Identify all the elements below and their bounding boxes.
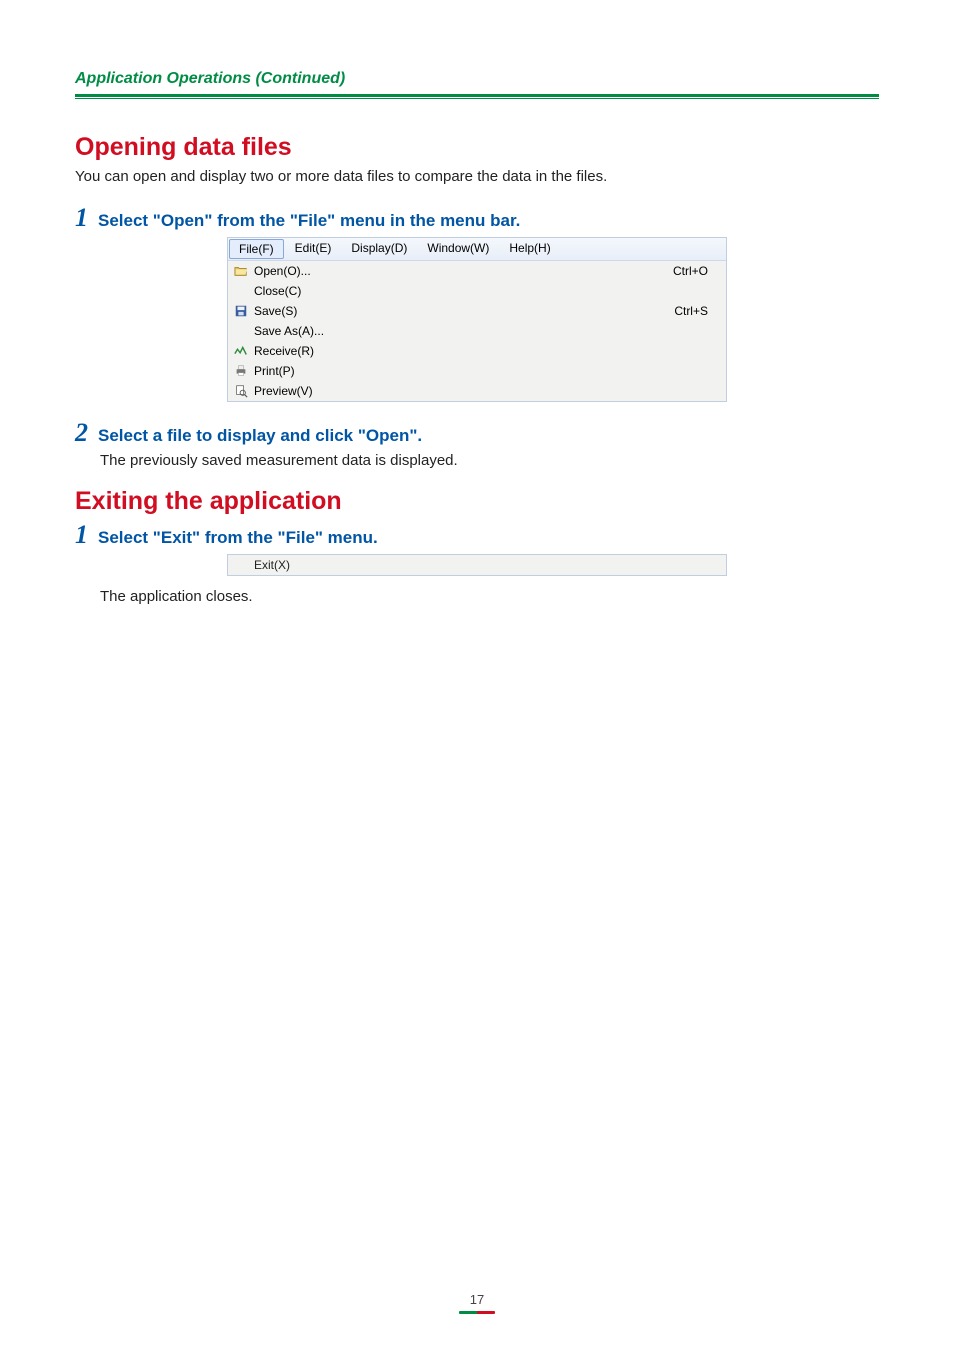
menu-item-label: Save(S) xyxy=(254,304,674,318)
footer-accent-icon xyxy=(459,1311,495,1314)
page-header: Application Operations (Continued) xyxy=(75,70,879,97)
step-text: Select "Exit" from the "File" menu. xyxy=(98,528,378,548)
menu-item-label: Save As(A)... xyxy=(254,324,708,338)
menubar: File(F) Edit(E) Display(D) Window(W) Hel… xyxy=(228,238,726,261)
menu-item-close[interactable]: Close(C) xyxy=(228,281,726,301)
step-text: Select "Open" from the "File" menu in th… xyxy=(98,211,520,231)
step-1-exit: 1 Select "Exit" from the "File" menu. xyxy=(75,522,879,548)
menu-item-preview[interactable]: Preview(V) xyxy=(228,381,726,401)
step-number: 1 xyxy=(75,205,88,231)
step-2-sub: The previously saved measurement data is… xyxy=(100,452,879,469)
menu-item-label: Open(O)... xyxy=(254,264,673,278)
step-text: Select a file to display and click "Open… xyxy=(98,426,422,446)
menu-file[interactable]: File(F) xyxy=(229,239,284,259)
section-opening-title: Opening data files xyxy=(75,133,879,162)
menu-item-receive[interactable]: Receive(R) xyxy=(228,341,726,361)
menu-item-label: Exit(X) xyxy=(254,558,718,572)
menu-item-save[interactable]: Save(S) Ctrl+S xyxy=(228,301,726,321)
menu-item-shortcut: Ctrl+S xyxy=(674,304,718,318)
header-rule xyxy=(75,98,879,99)
file-dropdown: Open(O)... Ctrl+O Close(C) Save(S) Ctrl+… xyxy=(228,261,726,401)
page-number: 17 xyxy=(470,1292,484,1307)
menu-item-label: Close(C) xyxy=(254,284,708,298)
menu-window[interactable]: Window(W) xyxy=(417,238,499,260)
menu-display[interactable]: Display(D) xyxy=(341,238,417,260)
exit-menu-screenshot: Exit(X) xyxy=(227,554,727,576)
menu-item-print[interactable]: Print(P) xyxy=(228,361,726,381)
open-folder-icon xyxy=(228,264,254,278)
section-opening-lead: You can open and display two or more dat… xyxy=(75,168,879,185)
step-number: 2 xyxy=(75,420,88,446)
file-menu-screenshot: File(F) Edit(E) Display(D) Window(W) Hel… xyxy=(227,237,727,402)
step-2-select: 2 Select a file to display and click "Op… xyxy=(75,420,879,446)
page-footer: 17 xyxy=(0,1292,954,1314)
menu-item-shortcut: Ctrl+O xyxy=(673,264,718,278)
menu-item-label: Preview(V) xyxy=(254,384,708,398)
application-closes-text: The application closes. xyxy=(100,588,879,605)
receive-icon xyxy=(228,344,254,358)
menu-item-label: Print(P) xyxy=(254,364,708,378)
menu-item-open[interactable]: Open(O)... Ctrl+O xyxy=(228,261,726,281)
print-icon xyxy=(228,364,254,378)
step-number: 1 xyxy=(75,522,88,548)
section-exiting-title: Exiting the application xyxy=(75,487,879,516)
menu-help[interactable]: Help(H) xyxy=(499,238,560,260)
menu-item-exit[interactable]: Exit(X) xyxy=(228,555,726,575)
menu-edit[interactable]: Edit(E) xyxy=(285,238,342,260)
step-1-open: 1 Select "Open" from the "File" menu in … xyxy=(75,205,879,231)
preview-icon xyxy=(228,384,254,398)
save-icon xyxy=(228,304,254,318)
menu-item-label: Receive(R) xyxy=(254,344,708,358)
menu-item-saveas[interactable]: Save As(A)... xyxy=(228,321,726,341)
